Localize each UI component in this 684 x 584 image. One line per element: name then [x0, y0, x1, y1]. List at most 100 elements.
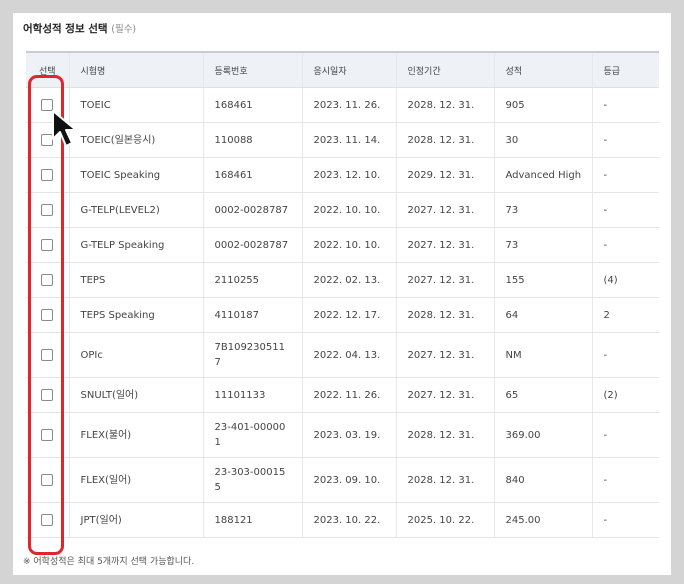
grade-cell: - [591, 332, 659, 378]
row-checkbox[interactable] [41, 168, 54, 181]
test-date-cell: 2022. 10. 10. [301, 192, 396, 228]
test-date-cell: 2023. 03. 19. [301, 412, 396, 458]
score-cell: 369.00 [493, 412, 592, 458]
exam-cell: TOEIC(일본응시) [68, 122, 203, 158]
row-checkbox[interactable] [41, 238, 54, 251]
reg-no-cell: 7B109230511 7 [202, 332, 302, 378]
exam-cell: G-TELP Speaking [68, 227, 203, 263]
valid-until-cell: 2027. 12. 31. [395, 262, 494, 298]
grade-cell: - [591, 502, 659, 538]
reg-no-cell: 110088 [202, 122, 302, 158]
grade-cell: (2) [591, 377, 659, 413]
select-cell [26, 227, 69, 263]
select-cell [26, 457, 69, 503]
reg-no-cell: 0002-0028787 [202, 227, 302, 263]
row-checkbox[interactable] [41, 428, 54, 441]
table-row: TEPS Speaking 4110187 2022. 12. 17. 2028. 1… [26, 297, 659, 333]
reg-no-cell: 168461 [202, 87, 302, 123]
valid-until-cell: 2025. 10. 22. [395, 502, 494, 538]
row-checkbox[interactable] [41, 308, 54, 321]
mouse-pointer-icon [52, 110, 77, 147]
reg-no-cell: 11101133 [202, 377, 302, 413]
header-grade: 등급 [591, 51, 659, 88]
test-date-cell: 2022. 02. 13. [301, 262, 396, 298]
reg-no-cell: 0002-0028787 [202, 192, 302, 228]
select-cell [26, 262, 69, 298]
test-date-cell: 2022. 12. 17. [301, 297, 396, 333]
section-title-text: 어학성적 정보 선택 [23, 23, 108, 35]
score-cell: 73 [493, 192, 592, 228]
header-test-date: 응시일자 [301, 51, 396, 88]
table-row: FLEX(불어) 23-401-00000 1 2023. 03. 19. 2028. … [26, 412, 659, 458]
header-select: 선택 [26, 51, 69, 88]
grade-cell: - [591, 412, 659, 458]
score-table: 선택 시험명 등록번호 응시일자 인정기간 성적 등급 TOEIC 168461 2… [26, 51, 659, 538]
reg-no-cell: 168461 [202, 157, 302, 193]
table-row: TOEIC Speaking 168461 2023. 12. 10. 2029. 1… [26, 157, 659, 193]
select-cell [26, 502, 69, 538]
grade-cell: - [591, 192, 659, 228]
table-row: FLEX(일어) 23-303-00015 5 2023. 09. 10. 2028. … [26, 457, 659, 503]
row-checkbox[interactable] [41, 348, 54, 361]
valid-until-cell: 2028. 12. 31. [395, 297, 494, 333]
grade-cell: - [591, 157, 659, 193]
header-exam: 시험명 [68, 51, 203, 88]
footnote: ※ 어학성적은 최대 5개까지 선택 가능합니다. [23, 557, 195, 567]
valid-until-cell: 2029. 12. 31. [395, 157, 494, 193]
score-cell: 245.00 [493, 502, 592, 538]
valid-until-cell: 2028. 12. 31. [395, 122, 494, 158]
exam-cell: JPT(일어) [68, 502, 203, 538]
select-cell [26, 412, 69, 458]
test-date-cell: 2023. 09. 10. [301, 457, 396, 503]
exam-cell: G-TELP(LEVEL2) [68, 192, 203, 228]
section-title: 어학성적 정보 선택 (필수) [23, 21, 136, 36]
score-cell: 840 [493, 457, 592, 503]
row-checkbox[interactable] [41, 473, 54, 486]
grade-cell: (4) [591, 262, 659, 298]
table-row: TOEIC(일본응시) 110088 2023. 11. 14. 2028. 12. … [26, 122, 659, 158]
score-cell: NM [493, 332, 592, 378]
header-reg-no: 등록번호 [202, 51, 302, 88]
score-table-wrapper: 선택 시험명 등록번호 응시일자 인정기간 성적 등급 TOEIC 168461 2… [26, 51, 659, 538]
table-row: G-TELP Speaking 0002-0028787 2022. 10. 10.… [26, 227, 659, 263]
score-cell: 30 [493, 122, 592, 158]
reg-no-cell: 2110255 [202, 262, 302, 298]
score-cell: 64 [493, 297, 592, 333]
table-row: SNULT(일어) 11101133 2022. 11. 26. 2027. 12. … [26, 377, 659, 413]
table-row: G-TELP(LEVEL2) 0002-0028787 2022. 10. 10. 2… [26, 192, 659, 228]
grade-cell: - [591, 457, 659, 503]
valid-until-cell: 2028. 12. 31. [395, 457, 494, 503]
grade-cell: - [591, 87, 659, 123]
valid-until-cell: 2028. 12. 31. [395, 412, 494, 458]
score-cell: Advanced High [493, 157, 592, 193]
reg-no-cell: 23-401-00000 1 [202, 412, 302, 458]
reg-no-cell: 4110187 [202, 297, 302, 333]
exam-cell: TOEIC Speaking [68, 157, 203, 193]
valid-until-cell: 2028. 12. 31. [395, 87, 494, 123]
exam-cell: OPIc [68, 332, 203, 378]
test-date-cell: 2022. 11. 26. [301, 377, 396, 413]
grade-cell: 2 [591, 297, 659, 333]
reg-no-cell: 23-303-00015 5 [202, 457, 302, 503]
reg-no-cell: 188121 [202, 502, 302, 538]
test-date-cell: 2023. 10. 22. [301, 502, 396, 538]
row-checkbox[interactable] [41, 513, 54, 526]
grade-cell: - [591, 227, 659, 263]
table-row: OPIc 7B109230511 7 2022. 04. 13. 2027. 12. 3… [26, 332, 659, 378]
header-score: 성적 [493, 51, 592, 88]
row-checkbox[interactable] [41, 388, 54, 401]
valid-until-cell: 2027. 12. 31. [395, 332, 494, 378]
required-label: (필수) [111, 24, 137, 35]
row-checkbox[interactable] [41, 203, 54, 216]
table-row: JPT(일어) 188121 2023. 10. 22. 2025. 10. 22. 2… [26, 502, 659, 538]
language-score-panel: 어학성적 정보 선택 (필수) 선택 시험명 등록번호 응시일자 인정기간 성적… [13, 13, 671, 575]
select-cell [26, 332, 69, 378]
test-date-cell: 2023. 11. 14. [301, 122, 396, 158]
table-header-row: 선택 시험명 등록번호 응시일자 인정기간 성적 등급 [26, 51, 659, 88]
score-cell: 65 [493, 377, 592, 413]
test-date-cell: 2023. 11. 26. [301, 87, 396, 123]
exam-cell: FLEX(일어) [68, 457, 203, 503]
table-row: TEPS 2110255 2022. 02. 13. 2027. 12. 31. 155… [26, 262, 659, 298]
valid-until-cell: 2027. 12. 31. [395, 377, 494, 413]
row-checkbox[interactable] [41, 273, 54, 286]
